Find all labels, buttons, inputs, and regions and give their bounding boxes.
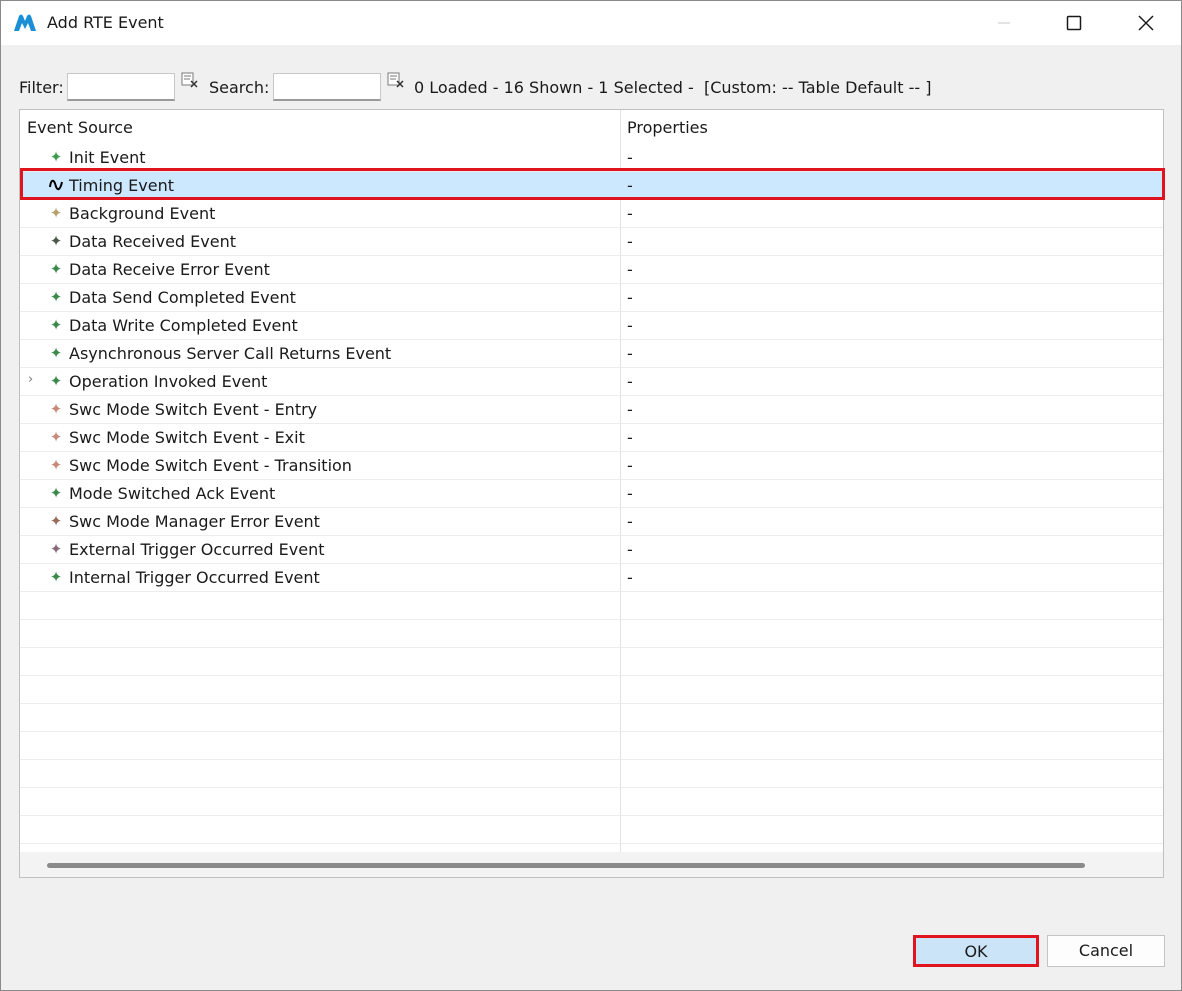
table-row[interactable]: ✦ Swc Mode Manager Error Event - [20,508,1163,536]
vector-logo-icon [14,14,36,31]
search-input[interactable] [273,73,381,101]
empty-table-row [20,816,1163,844]
table-row[interactable]: ✦ Data Receive Error Event - [20,256,1163,284]
properties-cell: - [627,540,633,559]
empty-table-row [20,620,1163,648]
event-source-cell: Data Send Completed Event [69,288,296,307]
add-rte-event-dialog: Add RTE Event Filter: Search: 0 Loaded -… [0,0,1182,991]
event-icon: ✦ [49,260,63,278]
horizontal-scrollbar-thumb[interactable] [47,863,1085,868]
properties-cell: - [627,344,633,363]
table-row[interactable]: › ✦ Operation Invoked Event - [20,368,1163,396]
table-row[interactable]: ✦ Swc Mode Switch Event - Exit - [20,424,1163,452]
ok-button[interactable]: OK [913,935,1039,967]
filter-toolbar: Filter: Search: 0 Loaded - 16 Shown - 1 … [1,71,1181,105]
filter-input[interactable] [67,73,175,101]
properties-cell: - [627,456,633,475]
event-icon: ✦ [49,372,63,390]
event-icon: ✦ [49,456,63,474]
event-icon: ✦ [49,148,63,166]
maximize-button[interactable] [1051,1,1097,45]
table-row[interactable]: ✦ Asynchronous Server Call Returns Event - [20,340,1163,368]
properties-cell: - [627,288,633,307]
table-row[interactable]: ✦ Background Event - [20,200,1163,228]
clear-filter-icon[interactable] [181,71,199,89]
event-source-cell: Mode Switched Ack Event [69,484,276,503]
event-icon: ✦ [49,316,63,334]
selected-row-highlight [20,168,1165,200]
table-row[interactable]: ✦ Mode Switched Ack Event - [20,480,1163,508]
title-bar[interactable]: Add RTE Event [1,1,1181,45]
close-button[interactable] [1123,1,1169,45]
event-source-cell: Data Received Event [69,232,237,251]
minimize-button[interactable] [981,1,1027,45]
maximize-icon [1066,15,1082,31]
event-source-cell: Internal Trigger Occurred Event [69,568,320,587]
search-label: Search: [209,78,270,97]
event-icon: ✦ [49,204,63,222]
event-icon: ✦ [49,484,63,502]
window-title: Add RTE Event [47,13,164,32]
event-source-table[interactable]: Event Source Properties ✦ Init Event - Timi… [19,109,1164,878]
event-icon: ✦ [49,540,63,558]
event-source-cell: Operation Invoked Event [69,372,268,391]
properties-cell: - [627,260,633,279]
table-row[interactable]: ✦ Swc Mode Switch Event - Transition - [20,452,1163,480]
column-header-event-source[interactable]: Event Source [27,110,133,144]
properties-cell: - [627,372,633,391]
table-row[interactable]: ✦ Swc Mode Switch Event - Entry - [20,396,1163,424]
table-row[interactable]: ✦ Data Received Event - [20,228,1163,256]
properties-cell: - [627,568,633,587]
event-source-cell: Data Write Completed Event [69,316,298,335]
filter-label: Filter: [19,78,64,97]
event-source-cell: Swc Mode Manager Error Event [69,512,320,531]
table-row[interactable]: ✦ Data Send Completed Event - [20,284,1163,312]
table-row[interactable]: ✦ External Trigger Occurred Event - [20,536,1163,564]
event-source-cell: Swc Mode Switch Event - Transition [69,456,352,475]
chevron-right-icon[interactable]: › [28,372,33,387]
event-icon: ✦ [49,568,63,586]
properties-cell: - [627,232,633,251]
event-source-cell: External Trigger Occurred Event [69,540,325,559]
properties-cell: - [627,204,633,223]
event-source-cell: Asynchronous Server Call Returns Event [69,344,392,363]
event-icon: ✦ [49,288,63,306]
empty-table-row [20,648,1163,676]
event-source-cell: Background Event [69,204,216,223]
event-icon: ✦ [49,512,63,530]
empty-table-row [20,704,1163,732]
table-row[interactable]: ✦ Internal Trigger Occurred Event - [20,564,1163,592]
event-source-cell: Data Receive Error Event [69,260,270,279]
event-source-cell: Swc Mode Switch Event - Entry [69,400,318,419]
clear-search-icon[interactable] [387,71,405,89]
properties-cell: - [627,428,633,447]
event-source-cell: Init Event [69,148,146,167]
event-icon: ✦ [49,400,63,418]
properties-cell: - [627,512,633,531]
event-icon: ✦ [49,232,63,250]
event-icon: ✦ [49,428,63,446]
empty-table-row [20,788,1163,816]
event-icon: ✦ [49,344,63,362]
table-row[interactable]: ✦ Data Write Completed Event - [20,312,1163,340]
properties-cell: - [627,484,633,503]
empty-table-row [20,760,1163,788]
properties-cell: - [627,148,633,167]
empty-table-row [20,676,1163,704]
minimize-icon [998,22,1010,24]
empty-table-row [20,592,1163,620]
close-icon [1138,15,1154,31]
horizontal-scrollbar[interactable] [20,852,1163,877]
table-status-text: 0 Loaded - 16 Shown - 1 Selected - [Cust… [414,78,932,97]
empty-table-row [20,732,1163,760]
event-source-cell: Swc Mode Switch Event - Exit [69,428,305,447]
cancel-button[interactable]: Cancel [1047,935,1165,967]
properties-cell: - [627,400,633,419]
column-header-properties[interactable]: Properties [627,110,708,144]
properties-cell: - [627,316,633,335]
